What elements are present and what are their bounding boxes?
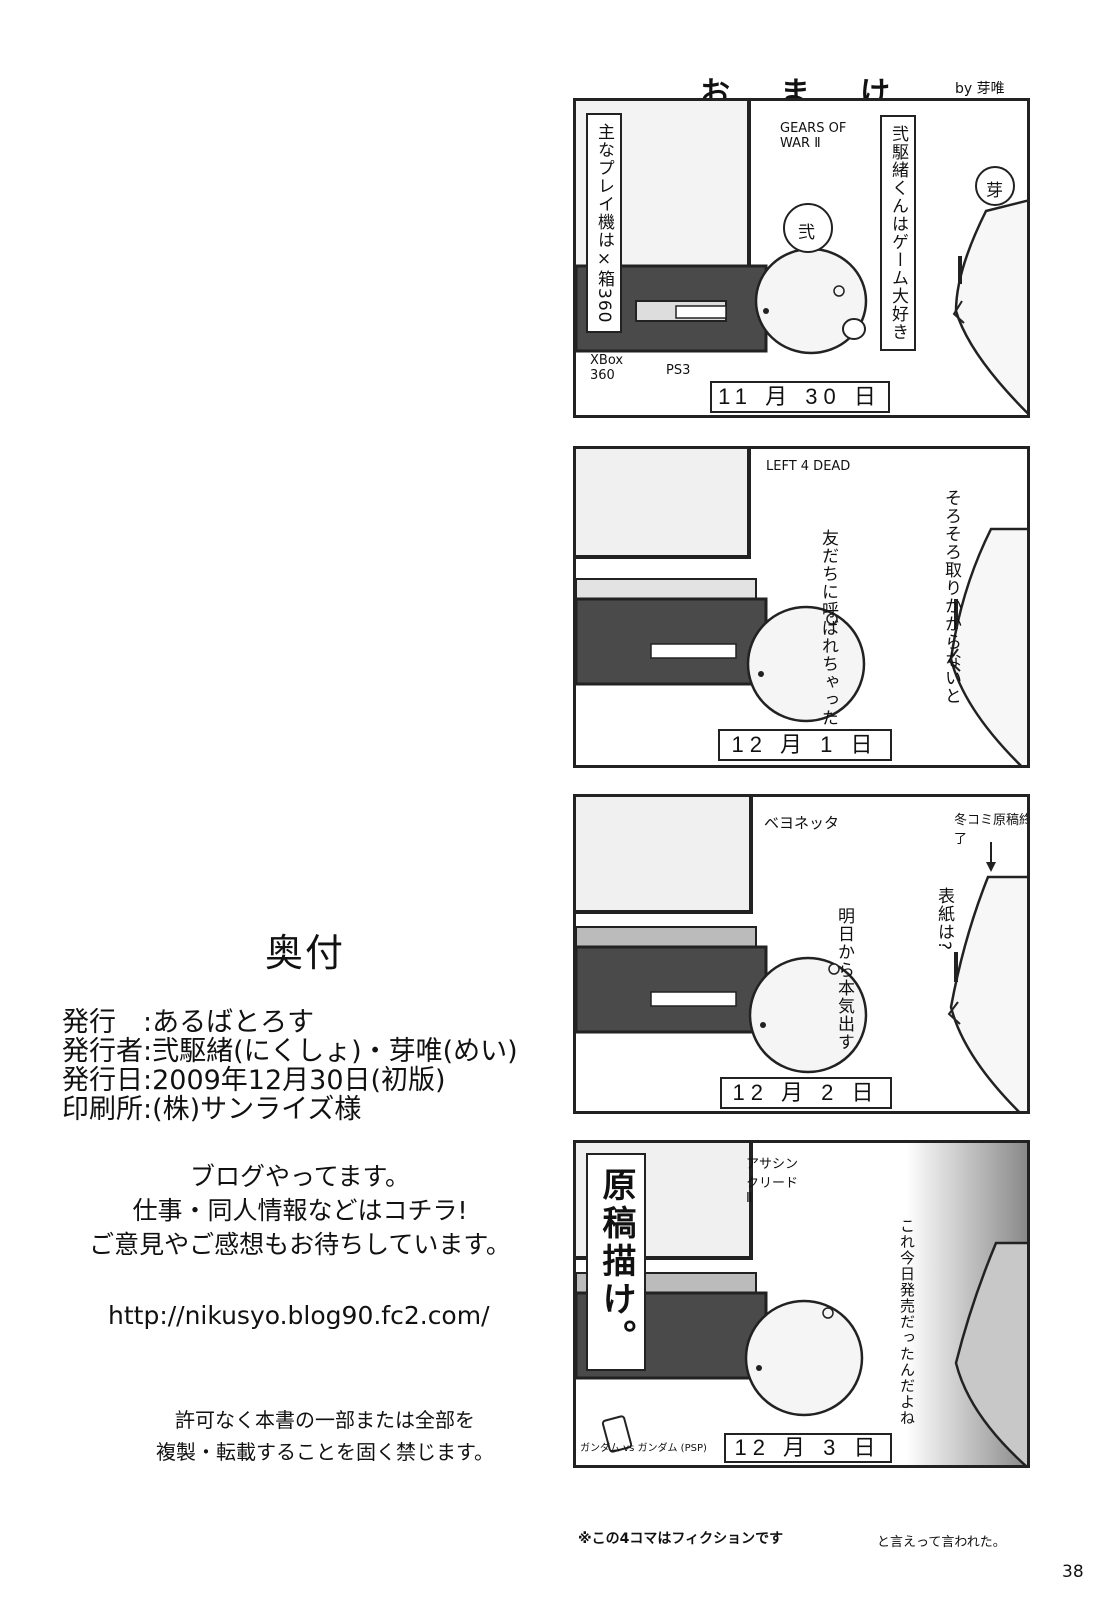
legal-notice: 許可なく本書の一部または全部を 複製・転載することを固く禁じます。 [90,1404,560,1468]
panel-2-speech-left: 友だちに呼ばれちゃった [818,529,838,727]
panel-4-speech-left: これ今日発売だったんだよね [898,1218,916,1426]
colophon-publisher-row: 発行 :あるばとろす [62,1007,315,1038]
panel-1-head-left: 弐 [798,223,815,243]
blog-line-3: ご意見やご感想もお待ちしています。 [89,1230,511,1259]
panel-4-label-psp: ガンダム vs ガンダム (PSP) [580,1443,707,1454]
panel-3-speech-right: 表紙は? [934,887,954,952]
panel-1-caption-left-text: 主なプレイ機は×箱360 [594,123,614,324]
panel-2-date: 12 月 1 日 [718,729,892,761]
comic-panel-1: 主なプレイ機は×箱360 弐駆緒くんはゲーム大好き GEARS OF WAR Ⅱ… [573,98,1030,418]
blog-line-2: 仕事・同人情報などはコチラ! [132,1196,468,1225]
panel-4-big-caption: 原稿描け。 [586,1153,646,1371]
panel-1-label-ps3: PS3 [666,363,691,378]
colophon-title: 奥付 [265,931,346,975]
colophon-issuer-row: 発行者:弐駆緒(にくしょ)・芽唯(めい) [62,1036,518,1067]
panel-3-tv-label: ベヨネッタ [764,814,840,832]
blog-notice: ブログやってます。 仕事・同人情報などはコチラ! ご意見やご感想もお待ちしていま… [70,1160,530,1262]
panel-1-caption-left: 主なプレイ機は×箱360 [586,113,622,334]
page-number: 38 [1062,1562,1084,1582]
blog-url[interactable]: http://nikusyo.blog90.fc2.com/ [108,1301,490,1330]
comic-footnote-2: と言えって言われた。 [877,1535,1006,1550]
panel-4-big-text: 原稿描け。 [596,1167,636,1357]
panel-1-caption-right-text: 弐駆緒くんはゲーム大好き [888,125,908,341]
panel-2-speech-right: そろそろ取りかからないと [941,489,961,705]
panel-1-tv-label: GEARS OF WAR Ⅱ [780,121,847,151]
panel-2-art [576,449,1027,765]
comic-footnote: ※この4コマはフィクションです [578,1531,784,1547]
panel-4-tv-label: アサシン クリード Ⅱ [746,1157,799,1206]
panel-3-speech-left: 明日から本気出す [834,907,854,1051]
panel-2-tv-label: LEFT 4 DEAD [766,459,851,474]
colophon-printer-row: 印刷所:(株)サンライズ様 [62,1094,362,1125]
panel-1-label-xbox: XBox 360 [590,353,624,383]
panel-4-date: 12 月 3 日 [724,1433,892,1463]
comic-panel-3: ベヨネッタ 冬コミ原稿終了 明日から本気出す 表紙は? 12 月 2 日 [573,794,1030,1114]
legal-line-1: 許可なく本書の一部または全部を [175,1408,475,1432]
panel-1-date: 11 月 30 日 [710,381,890,413]
blog-line-1: ブログやってます。 [189,1162,410,1191]
comic-panel-4: 原稿描け。 アサシン クリード Ⅱ これ今日発売だったんだよね ガンダム vs … [573,1140,1030,1468]
colophon-date-row: 発行日:2009年12月30日(初版) [62,1065,446,1096]
comic-panel-2: LEFT 4 DEAD 友だちに呼ばれちゃった そろそろ取りかからないと 12 … [573,446,1030,768]
panel-1-caption-right: 弐駆緒くんはゲーム大好き [880,115,916,351]
comic-author: by 芽唯 [955,81,1005,97]
panel-3-note-top: 冬コミ原稿終了 [954,813,1030,847]
panel-1-head-right: 芽 [986,181,1003,201]
legal-line-2: 複製・転載することを固く禁じます。 [156,1440,494,1464]
panel-3-date: 12 月 2 日 [720,1077,892,1109]
